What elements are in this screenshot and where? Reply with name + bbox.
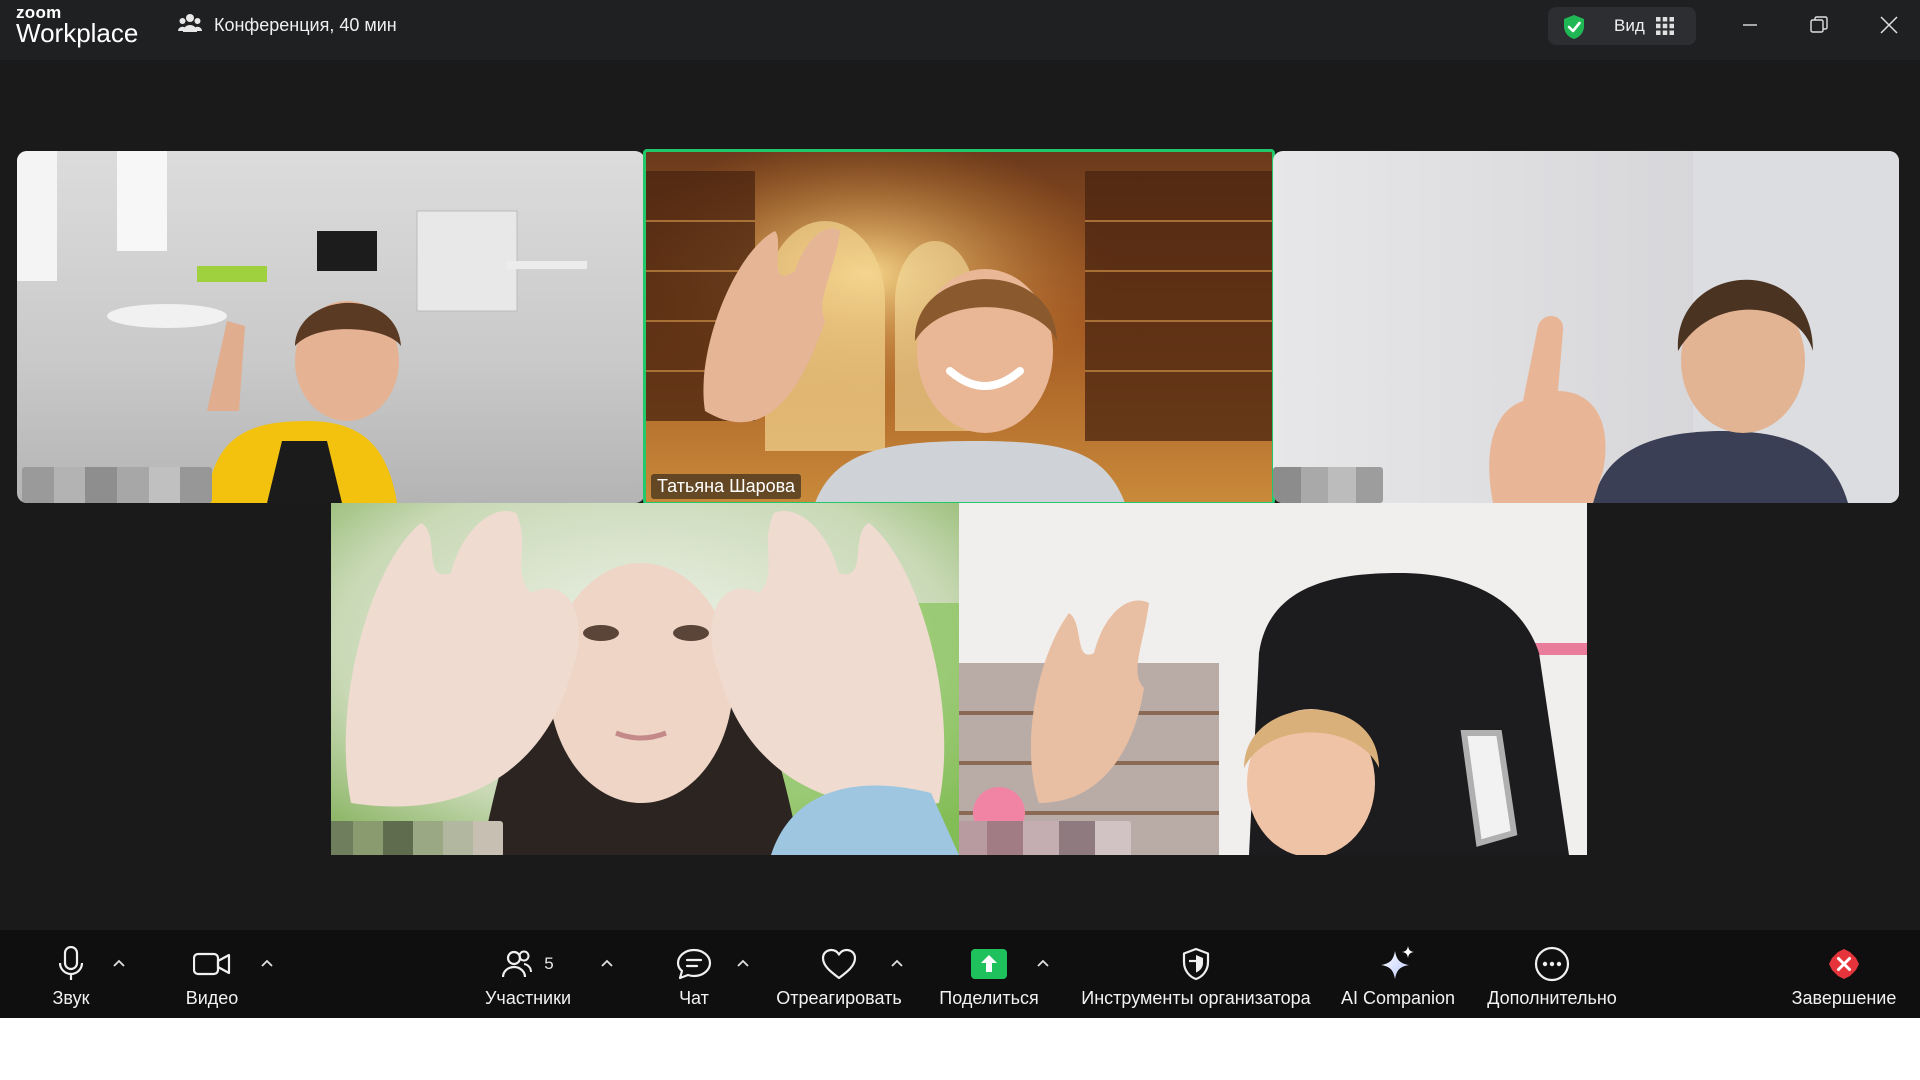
participants-group-icon xyxy=(178,12,202,39)
video-label: Видео xyxy=(185,988,239,1008)
chat-bubble-icon xyxy=(676,944,712,984)
grid-view-icon xyxy=(1656,17,1674,40)
view-button[interactable]: Вид xyxy=(1548,7,1696,45)
chevron-up-icon xyxy=(601,959,613,967)
logo-workplace-text: Workplace xyxy=(16,18,139,48)
participant-name-label: Татьяна Шарова xyxy=(651,474,802,499)
close-button[interactable] xyxy=(1873,10,1905,40)
participants-icon-wrap: 5 xyxy=(502,944,554,984)
audio-button[interactable]: Звук xyxy=(40,930,102,1018)
blurred-name-tag xyxy=(331,821,503,855)
participants-count: 5 xyxy=(544,954,554,973)
ai-companion-label: AI Companion xyxy=(1340,988,1456,1008)
chevron-up-icon xyxy=(261,959,273,967)
blurred-name-tag xyxy=(1273,467,1383,503)
view-label: Вид xyxy=(1614,16,1645,35)
title-bar: zoom Workplace Конференция, 40 мин Вид xyxy=(0,0,1920,60)
chevron-up-icon xyxy=(891,959,903,967)
restore-icon xyxy=(1810,16,1828,33)
chevron-up-icon xyxy=(737,959,749,967)
react-options-caret[interactable] xyxy=(888,954,906,972)
share-label: Поделиться xyxy=(939,988,1039,1008)
share-options-caret[interactable] xyxy=(1034,954,1052,972)
share-screen-icon xyxy=(970,944,1008,984)
participant-video-tile[interactable] xyxy=(959,503,1587,855)
audio-label: Звук xyxy=(52,988,90,1008)
participant-video-tile[interactable] xyxy=(331,503,959,855)
share-screen-button[interactable]: Поделиться xyxy=(930,930,1048,1018)
participant-video-feed xyxy=(17,151,645,503)
participants-icon xyxy=(502,950,533,978)
microphone-icon xyxy=(58,944,84,984)
participant-video-tile[interactable] xyxy=(1273,151,1899,503)
react-button[interactable]: Отреагировать xyxy=(770,930,908,1018)
end-label: Завершение xyxy=(1791,988,1897,1008)
chevron-up-icon xyxy=(113,959,125,967)
host-tools-label: Инструменты организатора xyxy=(1081,988,1311,1008)
minimize-icon xyxy=(1743,24,1757,26)
sparkle-icon xyxy=(1379,944,1417,984)
participant-video-feed xyxy=(331,503,959,855)
participants-button[interactable]: 5 Участники xyxy=(478,930,578,1018)
meeting-title: Конференция, 40 мин xyxy=(214,14,397,35)
more-label: Дополнительно xyxy=(1487,988,1617,1008)
ai-companion-button[interactable]: AI Companion xyxy=(1336,930,1460,1018)
chevron-up-icon xyxy=(1037,959,1049,967)
active-speaker-video-feed xyxy=(645,151,1273,503)
security-shield-icon xyxy=(1562,14,1586,45)
minimize-button[interactable] xyxy=(1734,10,1766,40)
more-options-icon xyxy=(1534,944,1570,984)
participant-video-tile[interactable] xyxy=(17,151,645,503)
active-speaker-video-tile[interactable]: Татьяна Шарова xyxy=(645,151,1273,503)
participant-video-feed xyxy=(959,503,1587,855)
video-button[interactable]: Видео xyxy=(176,930,248,1018)
participants-options-caret[interactable] xyxy=(598,954,616,972)
audio-options-caret[interactable] xyxy=(110,954,128,972)
blurred-name-tag xyxy=(959,821,1131,855)
chat-options-caret[interactable] xyxy=(734,954,752,972)
meeting-controls-toolbar: Звук Видео 5 Участники Чат Отреагировать… xyxy=(0,930,1920,1018)
video-gallery: Татьяна Шарова xyxy=(0,60,1920,930)
chat-label: Чат xyxy=(679,988,709,1008)
zoom-workplace-logo: zoom Workplace xyxy=(16,4,138,46)
end-meeting-button[interactable]: Завершение xyxy=(1786,930,1902,1018)
meeting-info[interactable]: Конференция, 40 мин xyxy=(178,13,397,37)
video-options-caret[interactable] xyxy=(258,954,276,972)
restore-button[interactable] xyxy=(1803,10,1835,40)
close-icon xyxy=(1880,16,1898,34)
participant-video-feed xyxy=(1273,151,1899,503)
heart-icon xyxy=(821,944,857,984)
more-button[interactable]: Дополнительно xyxy=(1480,930,1624,1018)
video-camera-icon xyxy=(193,944,231,984)
host-tools-button[interactable]: Инструменты организатора xyxy=(1072,930,1320,1018)
participants-label: Участники xyxy=(485,988,571,1008)
host-tools-shield-icon xyxy=(1181,944,1211,984)
end-meeting-icon xyxy=(1827,944,1861,984)
blurred-name-tag xyxy=(22,467,212,503)
chat-button[interactable]: Чат xyxy=(668,930,720,1018)
zoom-meeting-window: zoom Workplace Конференция, 40 мин Вид Т… xyxy=(0,0,1920,1018)
react-label: Отреагировать xyxy=(776,988,902,1008)
